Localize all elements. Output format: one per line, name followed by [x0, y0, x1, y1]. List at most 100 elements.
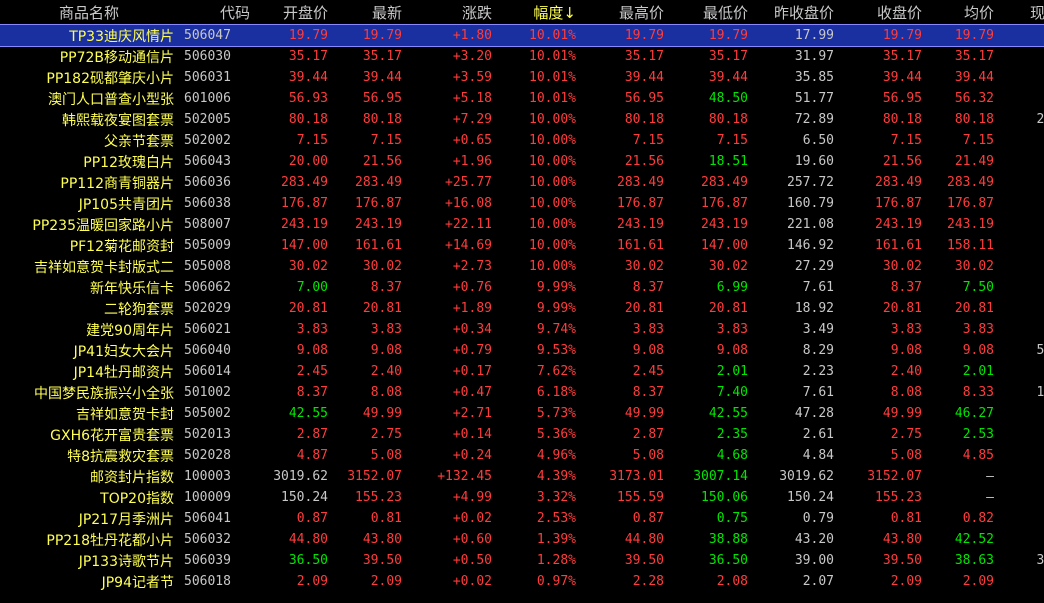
- cell-low: 19.79: [668, 25, 752, 46]
- col-header-last[interactable]: 最新: [332, 0, 406, 25]
- col-header-low[interactable]: 最低价: [668, 0, 752, 25]
- cell-name: JP94记者节: [101, 574, 174, 591]
- col-header-volume[interactable]: 现量: [998, 0, 1044, 25]
- table-row[interactable]: JP217月季洲片 506041 0.87 0.81 +0.02 2.53% 0.87 0.7…: [0, 508, 1044, 529]
- cell-open: 3019.62: [273, 469, 328, 484]
- cell-percent: 1.39%: [536, 532, 576, 547]
- col-header-change[interactable]: 涨跌: [406, 0, 496, 25]
- cell-volume: 1: [998, 361, 1044, 382]
- table-row[interactable]: 澳门人口普查小型张 601006 56.93 56.95 +5.18 10.01% 56.9…: [0, 88, 1044, 109]
- col-header-open[interactable]: 开盘价: [254, 0, 332, 25]
- table-row[interactable]: JP133诗歌节片 506039 36.50 39.50 +0.50 1.28% 39.50…: [0, 550, 1044, 571]
- table-row[interactable]: 二轮狗套票 502029 20.81 20.81 +1.89 9.99% 20.81 20.8…: [0, 298, 1044, 319]
- table-row[interactable]: 父亲节套票 502002 7.15 7.15 +0.65 10.00% 7.15 7.15 6.…: [0, 130, 1044, 151]
- cell-last: 39.44: [362, 70, 402, 85]
- cell-percent: 10.01%: [529, 91, 576, 106]
- cell-code: 506038: [184, 196, 231, 211]
- cell-change: +1.89: [452, 301, 492, 316]
- cell-open: 35.17: [288, 49, 328, 64]
- cell-low: 7.40: [716, 385, 748, 400]
- cell-volume: 44: [998, 424, 1044, 445]
- cell-volume: 1: [998, 403, 1044, 424]
- cell-code: 506018: [184, 574, 231, 589]
- cell-last: 0.81: [370, 511, 402, 526]
- col-header-code[interactable]: 代码: [178, 0, 254, 25]
- cell-last: 176.87: [355, 196, 402, 211]
- cell-close: 5.08: [890, 448, 922, 463]
- cell-name: 新年快乐信卡: [90, 280, 174, 297]
- cell-avg: 9.08: [962, 343, 994, 358]
- table-row[interactable]: 邮资封片指数 100003 3019.62 3152.07 +132.45 4.39% 31…: [0, 466, 1044, 487]
- cell-change: +0.76: [452, 280, 492, 295]
- cell-volume: 121: [1036, 385, 1044, 400]
- cell-prev-close: 7.61: [802, 385, 834, 400]
- table-row[interactable]: JP94记者节 506018 2.09 2.09 +0.02 0.97% 2.28 2.08 2…: [0, 571, 1044, 592]
- table-row[interactable]: 新年快乐信卡 506062 7.00 8.37 +0.76 9.99% 8.37 6.99 7.…: [0, 277, 1044, 298]
- cell-high: 2.45: [632, 364, 664, 379]
- cell-prev-close: 19.60: [794, 154, 834, 169]
- cell-change: +16.08: [445, 196, 492, 211]
- cell-percent: 9.99%: [536, 280, 576, 295]
- cell-volume: 36: [998, 529, 1044, 550]
- table-row[interactable]: 建党90周年片 506021 3.83 3.83 +0.34 9.74% 3.83 3.83 3…: [0, 319, 1044, 340]
- table-row[interactable]: PP182砚都肇庆小片 506031 39.44 39.44 +3.59 10.01% 39…: [0, 67, 1044, 88]
- table-row[interactable]: PP72B移动通信片 506030 35.17 35.17 +3.20 10.01% 35.…: [0, 46, 1044, 67]
- cell-volume: 4: [998, 25, 1044, 46]
- cell-code: 506014: [184, 364, 231, 379]
- col-header-high[interactable]: 最高价: [580, 0, 668, 25]
- table-row[interactable]: JP105共青团片 506038 176.87 176.87 +16.08 10.00% 1…: [0, 193, 1044, 214]
- cell-avg: 20.81: [954, 301, 994, 316]
- table-row[interactable]: PP112商青铜器片 506036 283.49 283.49 +25.77 10.00%…: [0, 172, 1044, 193]
- cell-code: 100009: [184, 490, 231, 505]
- cell-code: 506047: [178, 25, 254, 46]
- cell-low: 176.87: [701, 196, 748, 211]
- cell-low: 18.51: [708, 154, 748, 169]
- cell-close: 2.40: [890, 364, 922, 379]
- cell-low: 283.49: [701, 175, 748, 190]
- cell-prev-close: 27.29: [794, 259, 834, 274]
- table-row[interactable]: JP41妇女大会片 506040 9.08 9.08 +0.79 9.53% 9.08 9.0…: [0, 340, 1044, 361]
- cell-last: 2.75: [370, 427, 402, 442]
- cell-volume: 8: [998, 130, 1044, 151]
- cell-prev-close: 160.79: [787, 196, 834, 211]
- cell-change: +7.29: [452, 112, 492, 127]
- cell-volume: 550: [1036, 343, 1044, 358]
- cell-change: +4.99: [452, 490, 492, 505]
- table-row[interactable]: TP33迪庆风情片 506047 19.79 19.79 +1.80 10.01% 19.7…: [0, 24, 1044, 47]
- table-row[interactable]: 韩熙载夜宴图套票 502005 80.18 80.18 +7.29 10.00% 80.18…: [0, 109, 1044, 130]
- table-row[interactable]: 中国梦民族振兴小全张 501002 8.37 8.08 +0.47 6.18% 8.37 7.…: [0, 382, 1044, 403]
- cell-high: 56.95: [624, 91, 664, 106]
- col-header-close[interactable]: 收盘价: [838, 0, 926, 25]
- table-row[interactable]: 吉祥如意贺卡封版式二 505008 30.02 30.02 +2.73 10.00% 30.…: [0, 256, 1044, 277]
- table-row[interactable]: 吉祥如意贺卡封 505002 42.55 49.99 +2.71 5.73% 49.99 42…: [0, 403, 1044, 424]
- cell-name: PP112商青铜器片: [60, 175, 174, 192]
- col-header-prev-close[interactable]: 昨收盘价: [752, 0, 838, 25]
- table-row[interactable]: 特8抗震救灾套票 502028 4.87 5.08 +0.24 4.96% 5.08 4.68…: [0, 445, 1044, 466]
- cell-name: 中国梦民族振兴小全张: [34, 385, 174, 402]
- col-header-avg[interactable]: 均价: [926, 0, 998, 25]
- cell-open: 7.15: [296, 133, 328, 148]
- table-row[interactable]: PP12玫瑰白片 506043 20.00 21.56 +1.96 10.00% 21.56…: [0, 151, 1044, 172]
- table-row[interactable]: PP218牡丹花都小片 506032 44.80 43.80 +0.60 1.39% 44.…: [0, 529, 1044, 550]
- table-row[interactable]: TOP20指数 100009 150.24 155.23 +4.99 3.32% 155.5…: [0, 487, 1044, 508]
- cell-last: 49.99: [362, 406, 402, 421]
- cell-avg: 243.19: [947, 217, 994, 232]
- cell-last: 8.08: [370, 385, 402, 400]
- cell-change: +2.73: [452, 259, 492, 274]
- cell-last: 3152.07: [347, 469, 402, 484]
- cell-low: 3007.14: [693, 469, 748, 484]
- cell-name: PF12菊花邮资封: [69, 238, 174, 255]
- table-row[interactable]: PP235温暖回家路小片 508007 243.19 243.19 +22.11 10.0…: [0, 214, 1044, 235]
- cell-low: 80.18: [708, 112, 748, 127]
- table-row[interactable]: GXH6花开富贵套票 502013 2.87 2.75 +0.14 5.36% 2.87 2.…: [0, 424, 1044, 445]
- table-row[interactable]: JP14牡丹邮资片 506014 2.45 2.40 +0.17 7.62% 2.45 2.0…: [0, 361, 1044, 382]
- cell-name: JP133诗歌节片: [78, 553, 174, 570]
- table-row[interactable]: PF12菊花邮资封 505009 147.00 161.61 +14.69 10.00% 1…: [0, 235, 1044, 256]
- col-header-name[interactable]: 商品名称: [0, 0, 178, 25]
- cell-high: 8.37: [632, 385, 664, 400]
- cell-percent: 10.00%: [529, 175, 576, 190]
- cell-close: 155.23: [875, 490, 922, 505]
- col-header-percent-sorted[interactable]: 幅度↓: [496, 0, 580, 25]
- cell-last: 9.08: [370, 343, 402, 358]
- cell-prev-close: 0.79: [802, 511, 834, 526]
